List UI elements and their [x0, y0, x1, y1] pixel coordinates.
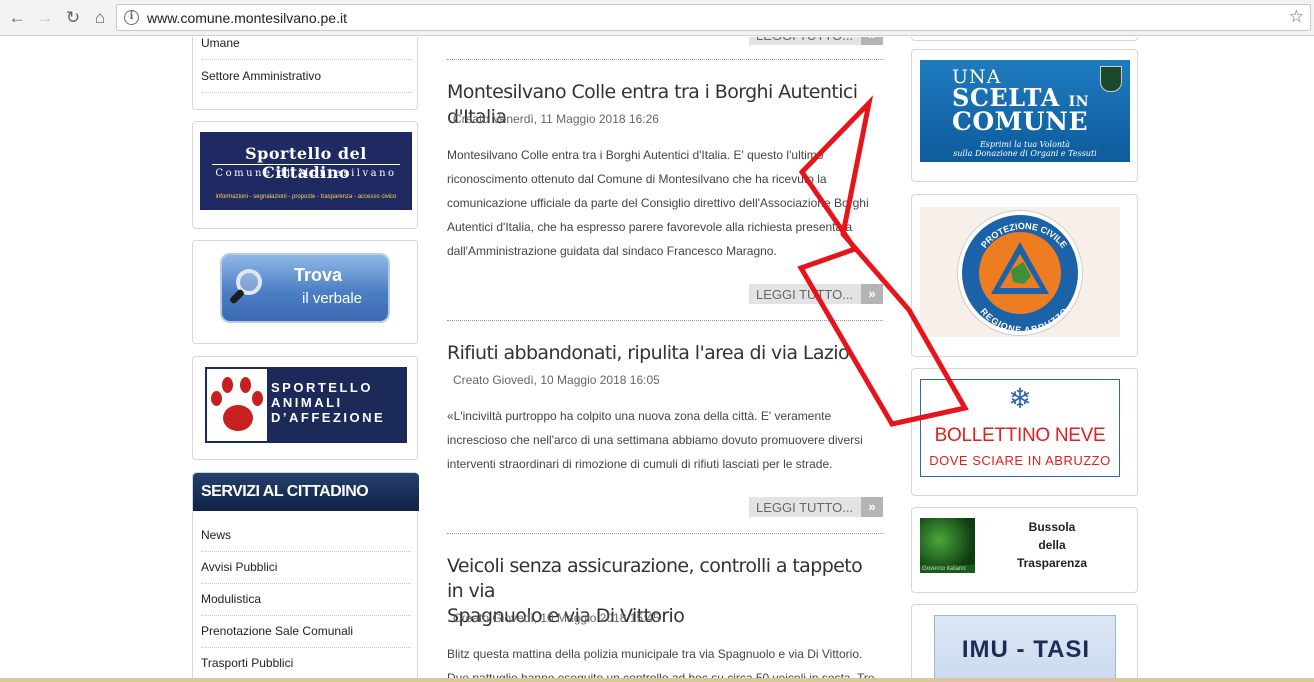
leggi-tutto-button[interactable]: LEGGI TUTTO... »: [749, 37, 883, 45]
article-body-line: dall'Amministrazione guidata dal sindaco…: [447, 244, 777, 258]
servizi-item-news[interactable]: News: [201, 520, 411, 552]
menu-item-umane[interactable]: Umane: [201, 37, 411, 60]
scelta-comune-logo: UNA SCELTA IN COMUNE Esprimi la tua Volo…: [920, 60, 1130, 162]
snowflake-icon: ❄: [1008, 383, 1032, 414]
article-title-line[interactable]: Veicoli senza assicurazione, controlli a…: [447, 554, 883, 604]
leggi-tutto-label: LEGGI TUTTO...: [756, 37, 853, 43]
bussola-line: della: [1038, 538, 1066, 552]
home-icon[interactable]: ⌂: [89, 7, 111, 29]
back-arrow-icon[interactable]: ←: [6, 7, 28, 29]
bollettino-neve-banner[interactable]: ❄ BOLLETTINO NEVE DOVE SCIARE IN ABRUZZO: [911, 368, 1138, 496]
protezione-civile-banner[interactable]: PROTEZIONE CIVILE REGIONE ABRUZZO: [911, 194, 1138, 357]
site-info-icon[interactable]: i: [124, 10, 139, 25]
bussola-line: Trasparenza: [1016, 556, 1088, 570]
double-chevron-icon: »: [861, 37, 883, 45]
animali-line1: SPORTELLO: [271, 380, 373, 395]
sportello-cittadino-logo: Sportello del Cittadino Comune di Montes…: [200, 132, 412, 210]
right-box-top: [911, 37, 1138, 41]
article-date: Creato Giovedì, 10 Maggio 2018 15:45: [453, 611, 660, 625]
divider: [212, 164, 400, 165]
address-bar[interactable]: i www.comune.montesilvano.pe.it ☆: [116, 4, 1311, 31]
leggi-tutto-button[interactable]: LEGGI TUTTO... »: [749, 497, 883, 517]
menu-item-settore-amministrativo[interactable]: Settore Amministrativo: [201, 61, 411, 93]
article-body-line: riconoscimento ottenuto dal Comune di Mo…: [447, 172, 827, 186]
article-body-line: Blitz questa mattina della polizia munic…: [447, 647, 863, 661]
forward-arrow-icon[interactable]: →: [34, 7, 56, 29]
page-bottom-border: [0, 678, 1314, 682]
left-menu-box: Umane Settore Amministrativo: [192, 37, 418, 110]
imu-tasi-label: IMU - TASI: [961, 636, 1091, 663]
article-divider: [447, 533, 883, 534]
protezione-civile-logo: PROTEZIONE CIVILE REGIONE ABRUZZO: [920, 207, 1120, 337]
governo-badge: Governo italiano: [920, 565, 975, 573]
scelta-subtitle-line: sulla Donazione di Organi e Tessuti: [953, 149, 1097, 158]
imu-tasi-logo: IMU - TASI: [934, 615, 1116, 682]
trova-verbale-button[interactable]: Trova il verbale: [220, 253, 390, 323]
protezione-civile-ring: PROTEZIONE CIVILE REGIONE ABRUZZO: [958, 211, 1082, 335]
servizi-box: SERVIZI AL CITTADINO News Avvisi Pubblic…: [192, 472, 419, 682]
crest-icon: [1100, 66, 1122, 92]
url-text[interactable]: www.comune.montesilvano.pe.it: [147, 10, 347, 26]
trova-label: Trova: [294, 265, 343, 285]
leggi-tutto-button[interactable]: LEGGI TUTTO... »: [749, 284, 883, 304]
scelta-subtitle-line: Esprimi la tua Volontà: [979, 140, 1071, 149]
bussola-trasparenza-banner[interactable]: Governo italiano Bussola della Trasparen…: [911, 507, 1138, 593]
bussola-line: Bussola: [1028, 520, 1076, 534]
animali-line3: D’AFFEZIONE: [271, 410, 386, 425]
article-body-line: Autentici d'Italia, che ha espresso pare…: [447, 220, 853, 234]
bussola-label[interactable]: Bussola della Trasparenza: [1002, 518, 1102, 572]
servizi-item-avvisi[interactable]: Avvisi Pubblici: [201, 552, 411, 584]
bollettino-neve-logo: ❄ BOLLETTINO NEVE DOVE SCIARE IN ABRUZZO: [920, 379, 1120, 477]
double-chevron-icon: »: [861, 497, 883, 517]
article-body: Montesilvano Colle entra tra i Borghi Au…: [447, 143, 883, 263]
browser-toolbar: ← → ↻ ⌂ i www.comune.montesilvano.pe.it …: [0, 0, 1314, 36]
article-body: Blitz questa mattina della polizia munic…: [447, 642, 883, 682]
article-body-line: increscioso che nell'arco di una settima…: [447, 433, 863, 447]
scelta-line3: COMUNE: [952, 107, 1089, 136]
double-chevron-icon: »: [861, 284, 883, 304]
imu-tasi-banner[interactable]: IMU - TASI: [911, 604, 1138, 682]
reload-icon[interactable]: ↻: [62, 7, 84, 29]
verbale-label: il verbale: [302, 290, 363, 307]
article-body: «L'inciviltà purtroppo ha colpito una nu…: [447, 404, 883, 476]
article-title[interactable]: Rifiuti abbandonati, ripulita l'area di …: [447, 341, 883, 366]
article-body-line: interventi straordinari di rimozione di …: [447, 457, 833, 471]
bollettino-title: BOLLETTINO NEVE: [934, 425, 1106, 446]
article-body-line: «L'inciviltà purtroppo ha colpito una nu…: [447, 409, 832, 423]
magnifier-handle: [228, 288, 246, 305]
servizi-title: SERVIZI AL CITTADINO: [193, 473, 419, 511]
servizi-item-prenotazione[interactable]: Prenotazione Sale Comunali: [201, 616, 411, 648]
servizi-item-modulistica[interactable]: Modulistica: [201, 584, 411, 616]
sportello-animali-logo: SPORTELLO ANIMALI D’AFFEZIONE: [205, 367, 407, 443]
sportello-cittadino-banner[interactable]: Sportello del Cittadino Comune di Montes…: [192, 121, 418, 229]
paw-icon: [207, 369, 267, 441]
article-body-line: Montesilvano Colle entra tra i Borghi Au…: [447, 148, 824, 162]
star-icon[interactable]: ☆: [1289, 7, 1304, 27]
article-divider: [447, 320, 883, 321]
article-date: Creato Venerdì, 11 Maggio 2018 16:26: [453, 112, 659, 126]
article-divider: [447, 59, 883, 60]
trova-verbale-banner[interactable]: Trova il verbale: [192, 240, 418, 344]
leggi-tutto-label: LEGGI TUTTO...: [756, 500, 854, 515]
sportello-tags: informazioni - segnalazioni - proposte -…: [215, 194, 397, 200]
page-content: Umane Settore Amministrativo Sportello d…: [0, 37, 1314, 682]
scelta-subtitle: Esprimi la tua Volontà sulla Donazione d…: [920, 140, 1130, 158]
servizi-item-trasporti[interactable]: Trasporti Pubblici: [201, 648, 411, 680]
animali-line2: ANIMALI: [271, 395, 343, 410]
article-date: Creato Giovedì, 10 Maggio 2018 16:05: [453, 373, 660, 387]
bussola-image: Governo italiano: [920, 518, 975, 573]
scelta-comune-banner[interactable]: UNA SCELTA IN COMUNE Esprimi la tua Volo…: [911, 49, 1138, 182]
leggi-tutto-label: LEGGI TUTTO...: [756, 287, 854, 302]
orange-disc: [979, 232, 1061, 314]
sportello-subtitle: Comune di Montesilvano: [215, 168, 397, 179]
article-body-line: comunicazione ufficiale da parte del Con…: [447, 196, 869, 210]
sportello-animali-banner[interactable]: SPORTELLO ANIMALI D’AFFEZIONE: [192, 356, 418, 460]
bollettino-subtitle: DOVE SCIARE IN ABRUZZO: [929, 453, 1111, 468]
